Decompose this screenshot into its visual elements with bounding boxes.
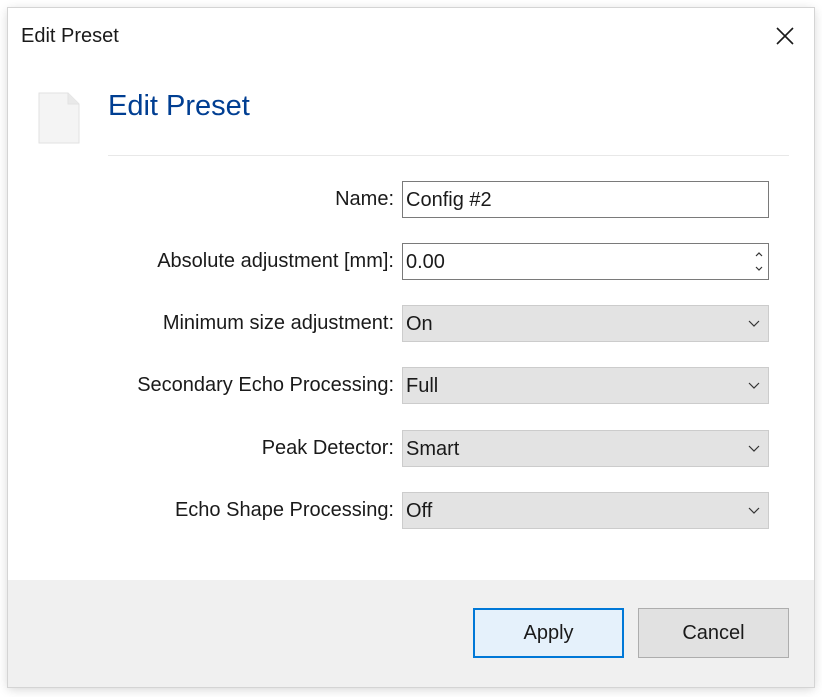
peak-detector-row: Peak Detector: Smart <box>8 430 814 468</box>
absolute-adjustment-value: 0.00 <box>406 251 445 273</box>
chevron-down-icon <box>748 382 760 389</box>
title-bar: Edit Preset <box>8 8 814 68</box>
peak-detector-select[interactable]: Smart <box>402 430 769 467</box>
echo-shape-processing-row: Echo Shape Processing: Off <box>8 492 814 530</box>
peak-detector-label: Peak Detector: <box>261 437 394 459</box>
chevron-down-icon <box>748 507 760 514</box>
peak-detector-value: Smart <box>406 438 460 460</box>
echo-shape-processing-label: Echo Shape Processing: <box>174 499 394 521</box>
echo-shape-processing-select[interactable]: Off <box>402 492 769 529</box>
absolute-adjustment-row: Absolute adjustment [mm]: 0.00 <box>8 243 814 281</box>
name-input[interactable]: Config #2 <box>402 181 769 218</box>
chevron-down-icon <box>748 445 760 452</box>
secondary-echo-processing-value: Full <box>406 375 439 397</box>
chevron-down-icon[interactable] <box>753 263 765 275</box>
window-title: Edit Preset <box>21 25 119 47</box>
echo-shape-processing-value: Off <box>406 500 433 522</box>
header-divider <box>108 155 789 156</box>
absolute-adjustment-stepper[interactable]: 0.00 <box>402 243 769 280</box>
spin-buttons[interactable] <box>753 246 765 277</box>
minimum-size-adjustment-select[interactable]: On <box>402 305 769 342</box>
chevron-up-icon[interactable] <box>753 248 765 260</box>
close-icon <box>776 27 794 45</box>
document-icon <box>38 92 80 144</box>
secondary-echo-processing-label: Secondary Echo Processing: <box>137 374 394 396</box>
name-row: Name: Config #2 <box>8 181 814 219</box>
apply-button[interactable]: Apply <box>473 608 624 658</box>
chevron-down-icon <box>748 320 760 327</box>
secondary-echo-processing-select[interactable]: Full <box>402 367 769 404</box>
close-button[interactable] <box>770 21 800 51</box>
minimum-size-adjustment-label: Minimum size adjustment: <box>162 312 394 334</box>
absolute-adjustment-label: Absolute adjustment [mm]: <box>157 250 394 272</box>
name-value: Config #2 <box>406 189 492 211</box>
dialog-footer: Apply Cancel <box>8 580 814 687</box>
secondary-echo-processing-row: Secondary Echo Processing: Full <box>8 367 814 405</box>
header-title: Edit Preset <box>108 90 250 122</box>
cancel-button[interactable]: Cancel <box>638 608 789 658</box>
edit-preset-dialog: Edit Preset Edit Preset Name: Config #2 … <box>8 8 814 687</box>
minimum-size-adjustment-value: On <box>406 313 433 335</box>
minimum-size-adjustment-row: Minimum size adjustment: On <box>8 305 814 343</box>
name-label: Name: <box>335 188 394 210</box>
